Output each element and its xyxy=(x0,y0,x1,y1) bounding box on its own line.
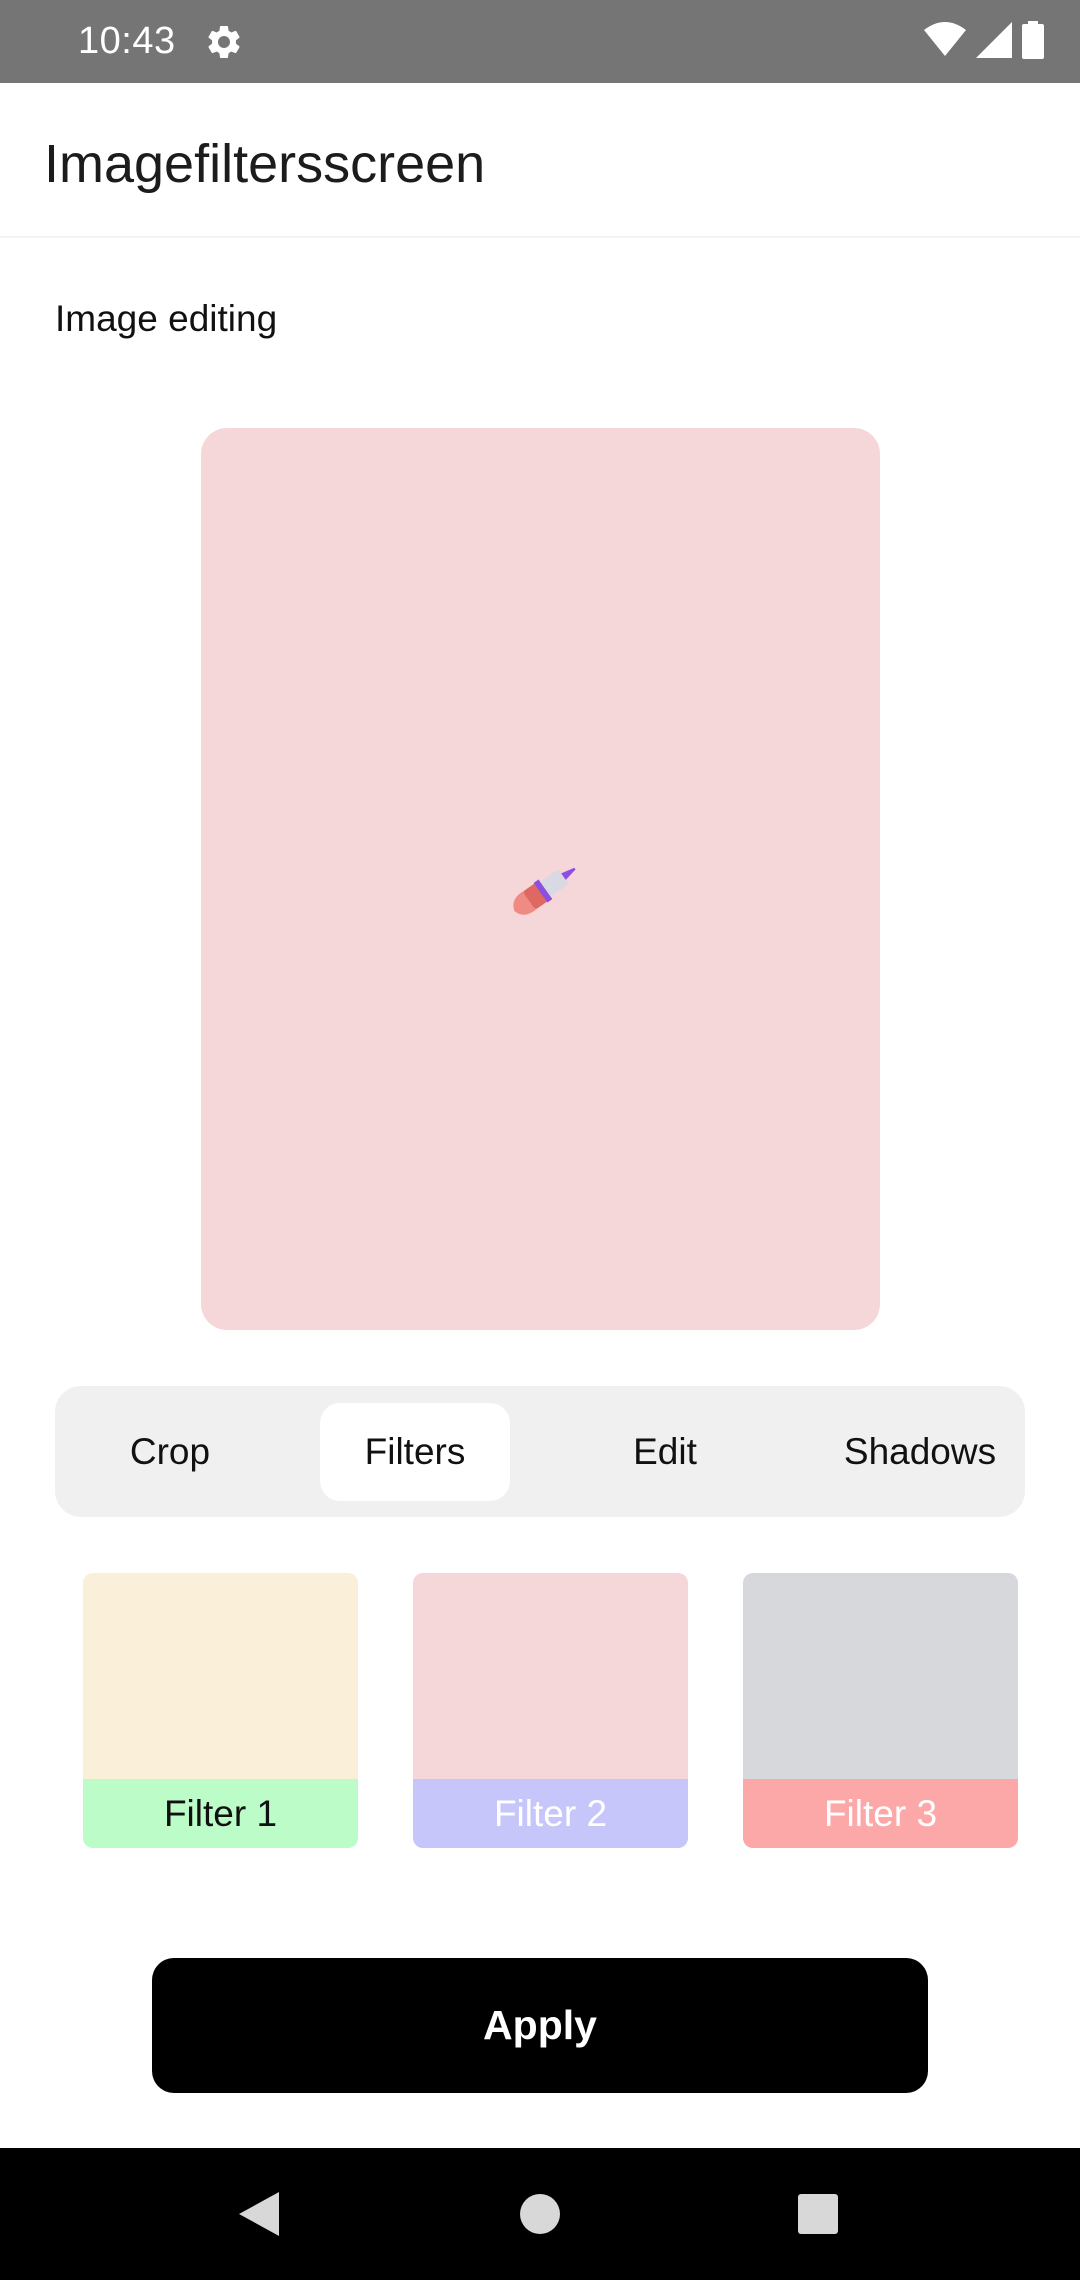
image-preview[interactable] xyxy=(201,428,880,1330)
recents-icon[interactable] xyxy=(758,2148,878,2280)
tab-filters[interactable]: Filters xyxy=(320,1403,510,1501)
home-icon[interactable] xyxy=(480,2148,600,2280)
tab-crop[interactable]: Crop xyxy=(75,1403,265,1501)
filter-label: Filter 2 xyxy=(413,1779,688,1848)
status-icons xyxy=(924,20,1044,64)
filter-preview-swatch xyxy=(413,1573,688,1779)
back-icon[interactable] xyxy=(199,2148,319,2280)
apply-button[interactable]: Apply xyxy=(152,1958,928,2093)
tab-edit[interactable]: Edit xyxy=(570,1403,760,1501)
tab-shadows[interactable]: Shadows xyxy=(825,1403,1015,1501)
battery-icon xyxy=(1022,20,1044,64)
filter-preview-swatch xyxy=(743,1573,1018,1779)
filter-label: Filter 1 xyxy=(83,1779,358,1848)
status-time: 10:43 xyxy=(78,20,176,62)
cellular-signal-icon xyxy=(976,21,1012,63)
filter-label: Filter 3 xyxy=(743,1779,1018,1848)
edit-mode-tabs: Crop Filters Edit Shadows xyxy=(55,1386,1025,1517)
filter-card-1[interactable]: Filter 1 xyxy=(83,1573,358,1848)
section-title: Image editing xyxy=(55,298,278,339)
page-title: Imagefiltersscreen xyxy=(44,134,486,194)
system-nav-bar xyxy=(0,2148,1080,2280)
paintbrush-icon xyxy=(498,846,588,936)
status-bar: 10:43 xyxy=(0,0,1080,83)
filter-preview-swatch xyxy=(83,1573,358,1779)
app-bar: Imagefiltersscreen xyxy=(0,83,1080,238)
gear-icon xyxy=(204,22,244,62)
filter-card-2[interactable]: Filter 2 xyxy=(413,1573,688,1848)
filter-card-3[interactable]: Filter 3 xyxy=(743,1573,1018,1848)
wifi-icon xyxy=(924,21,966,63)
